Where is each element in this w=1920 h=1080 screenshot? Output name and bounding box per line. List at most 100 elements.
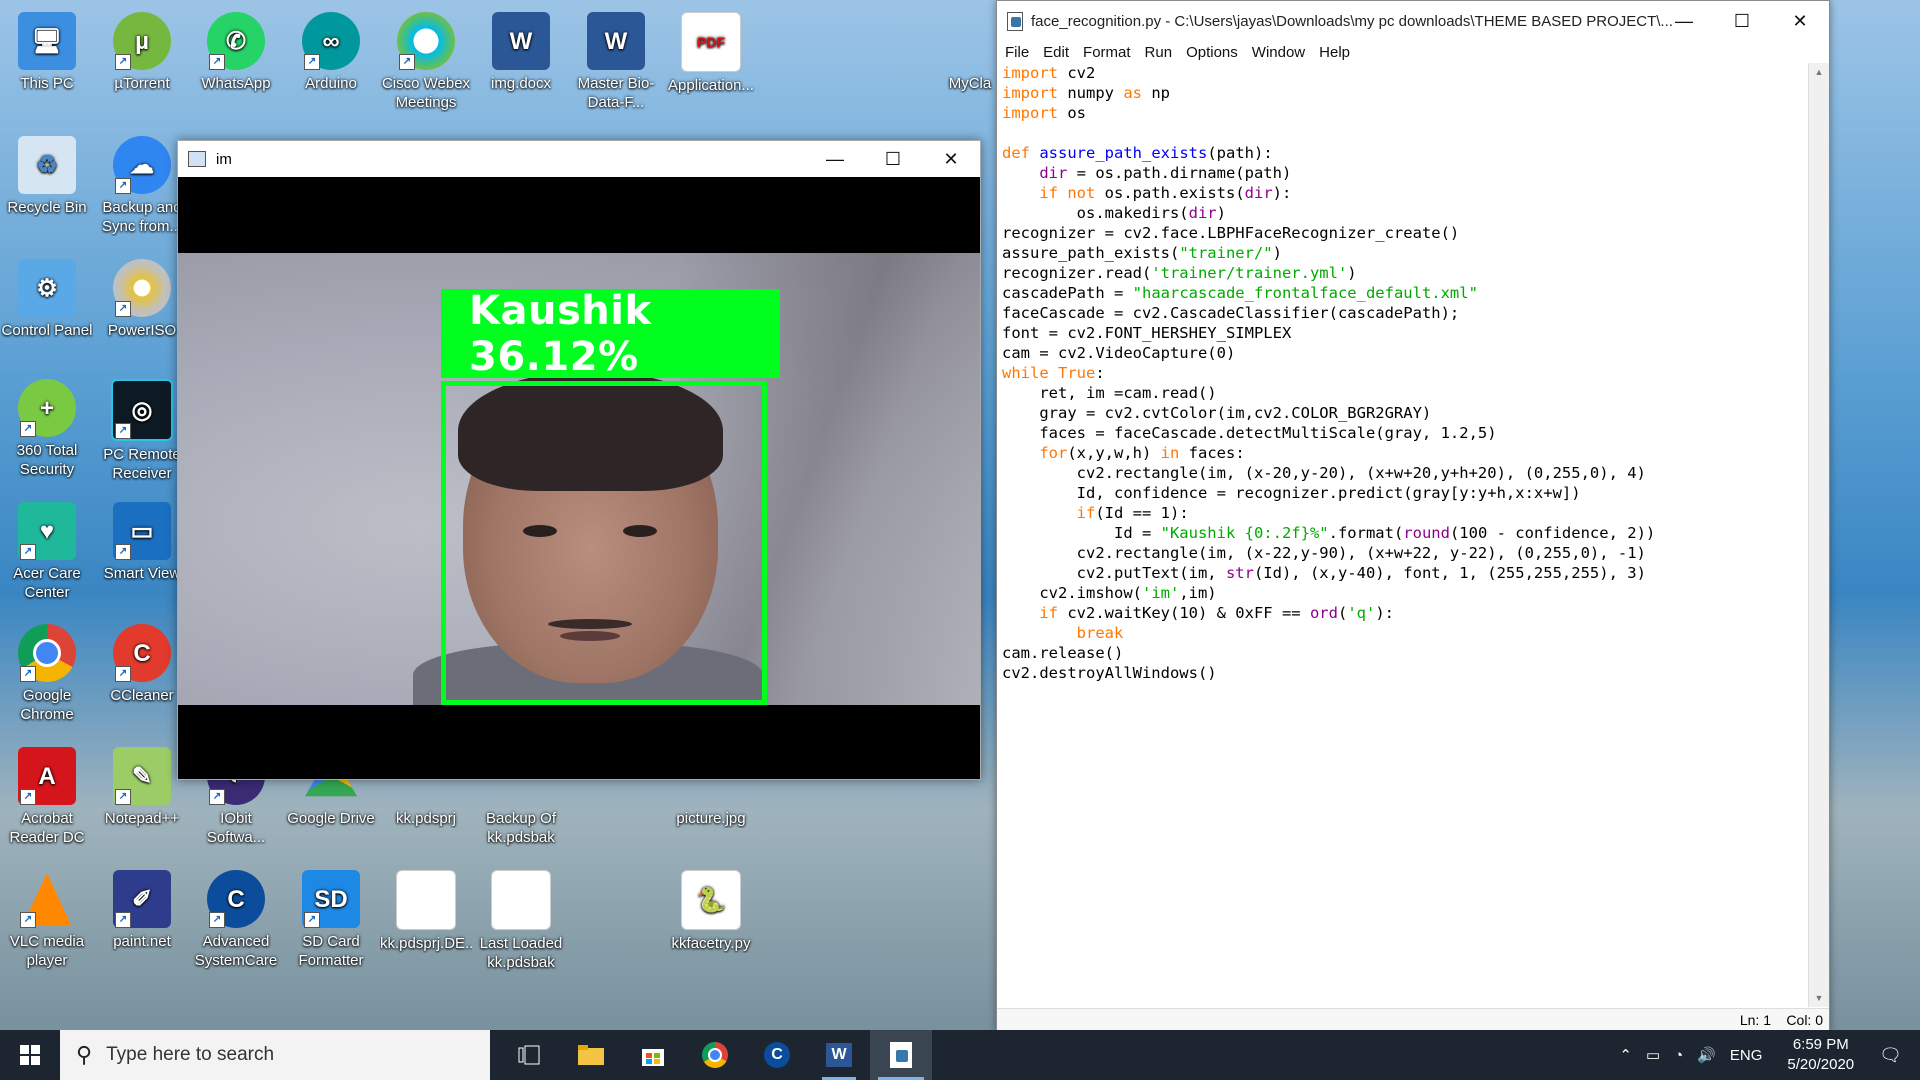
code-line[interactable]: cascadePath = "haarcascade_frontalface_d…: [1002, 283, 1814, 303]
desktop-icon-utorrent[interactable]: µ ↗ µTorrent: [96, 8, 188, 126]
desktop-icon-acrobat-reader[interactable]: A ↗ Acrobat Reader DC: [1, 743, 93, 861]
code-line[interactable]: faces = faceCascade.detectMultiScale(gra…: [1002, 423, 1814, 443]
code-line[interactable]: import numpy as np: [1002, 83, 1814, 103]
desktop-icon-last-loaded-kk-pdsbak[interactable]: Last Loaded kk.pdsbak: [475, 866, 567, 984]
code-line[interactable]: recognizer.read('trainer/trainer.yml'): [1002, 263, 1814, 283]
start-button[interactable]: [0, 1030, 60, 1080]
battery-icon[interactable]: ▭: [1646, 1046, 1660, 1064]
maximize-button[interactable]: ☐: [1713, 1, 1771, 41]
menu-run[interactable]: Run: [1145, 44, 1173, 61]
code-line[interactable]: while True:: [1002, 363, 1814, 383]
taskbar-microsoft-store[interactable]: [622, 1030, 684, 1080]
code-line[interactable]: dir = os.path.dirname(path): [1002, 163, 1814, 183]
desktop-icon-vlc[interactable]: ↗ VLC media player: [1, 866, 93, 984]
taskbar-advanced-systemcare[interactable]: C: [746, 1030, 808, 1080]
desktop-icon-kk-pdsprj-de[interactable]: kk.pdsprj.DE...: [380, 866, 472, 984]
code-line[interactable]: for(x,y,w,h) in faces:: [1002, 443, 1814, 463]
code-line[interactable]: cam.release(): [1002, 643, 1814, 663]
column-number: Col: 0: [1786, 1012, 1823, 1028]
code-line[interactable]: break: [1002, 623, 1814, 643]
desktop-icon-cisco-webex[interactable]: ↗ Cisco Webex Meetings: [380, 8, 472, 126]
taskbar-file-explorer[interactable]: [560, 1030, 622, 1080]
window-title: im: [216, 150, 232, 168]
desktop-icon-acer-care-center[interactable]: ♥ ↗ Acer Care Center: [1, 498, 93, 616]
code-line[interactable]: [1002, 123, 1814, 143]
taskbar-microsoft-word[interactable]: W: [808, 1030, 870, 1080]
scroll-down-arrow-icon[interactable]: ▼: [1809, 989, 1829, 1007]
menu-window[interactable]: Window: [1252, 44, 1305, 61]
desktop-icon-recycle-bin[interactable]: ♻ Recycle Bin: [1, 132, 93, 250]
desktop-icon-google-chrome[interactable]: ↗ Google Chrome: [1, 620, 93, 738]
desktop-icon-this-pc[interactable]: 🖥 This PC: [1, 8, 93, 126]
code-line[interactable]: cv2.rectangle(im, (x-20,y-20), (x+w+20,y…: [1002, 463, 1814, 483]
code-line[interactable]: Id, confidence = recognizer.predict(gray…: [1002, 483, 1814, 503]
code-line[interactable]: gray = cv2.cvtColor(im,cv2.COLOR_BGR2GRA…: [1002, 403, 1814, 423]
volume-icon[interactable]: 🔊: [1697, 1046, 1716, 1064]
desktop-icon-360-total-security[interactable]: + ↗ 360 Total Security: [1, 375, 93, 493]
desktop-icon-kkfacetry-py[interactable]: 🐍 kkfacetry.py: [665, 866, 757, 984]
menu-file[interactable]: File: [1005, 44, 1029, 61]
code-line[interactable]: cv2.putText(im, str(Id), (x,y-40), font,…: [1002, 563, 1814, 583]
desktop-icon-smart-view[interactable]: ▭ ↗ Smart View: [96, 498, 188, 616]
code-line[interactable]: cam = cv2.VideoCapture(0): [1002, 343, 1814, 363]
desktop-icon-notepad-plus-plus[interactable]: ✎ ↗ Notepad++: [96, 743, 188, 861]
desktop-icon-master-biodata[interactable]: W Master Bio-Data-F...: [570, 8, 662, 126]
desktop-icon-pc-remote-receiver[interactable]: ◎ ↗ PC Remote Receiver: [96, 375, 188, 493]
window-titlebar[interactable]: face_recognition.py - C:\Users\jayas\Dow…: [997, 1, 1829, 41]
close-button[interactable]: ✕: [922, 141, 980, 177]
desktop-icon-application-pdf[interactable]: PDF Application...: [665, 8, 757, 126]
code-editor[interactable]: import cv2 import numpy as np import os de…: [997, 63, 1814, 1007]
desktop-icon-img-docx[interactable]: W img.docx: [475, 8, 567, 126]
menu-format[interactable]: Format: [1083, 44, 1131, 61]
search-box[interactable]: ⚲ Type here to search: [60, 1030, 490, 1080]
desktop-icon-ccleaner[interactable]: C ↗ CCleaner: [96, 620, 188, 738]
code-line[interactable]: recognizer = cv2.face.LBPHFaceRecognizer…: [1002, 223, 1814, 243]
code-line[interactable]: Id = "Kaushik {0:.2f}%".format(round(100…: [1002, 523, 1814, 543]
language-indicator[interactable]: ENG: [1730, 1047, 1763, 1064]
desktop-icon-whatsapp[interactable]: ✆ ↗ WhatsApp: [190, 8, 282, 126]
idle-editor-window[interactable]: face_recognition.py - C:\Users\jayas\Dow…: [996, 0, 1830, 1032]
menu-options[interactable]: Options: [1186, 44, 1238, 61]
clock[interactable]: 6:59 PM 5/20/2020: [1787, 1035, 1854, 1075]
code-line[interactable]: if cv2.waitKey(10) & 0xFF == ord('q'):: [1002, 603, 1814, 623]
desktop-icon-paint-net[interactable]: ✐ ↗ paint.net: [96, 866, 188, 984]
minimize-button[interactable]: —: [806, 141, 864, 177]
system-tray: ⌃ ▭ ◔ 🔊 ENG 6:59 PM 5/20/2020 🗨: [1612, 1030, 1920, 1080]
code-line[interactable]: cv2.imshow('im',im): [1002, 583, 1814, 603]
desktop-icon-arduino[interactable]: ∞ ↗ Arduino: [285, 8, 377, 126]
code-line[interactable]: faceCascade = cv2.CascadeClassifier(casc…: [1002, 303, 1814, 323]
opencv-image-window[interactable]: im — ☐ ✕ Kaushik 36.12%: [177, 140, 981, 780]
python-file-icon: [1007, 12, 1023, 31]
desktop-icon-sd-card-formatter[interactable]: SD ↗ SD Card Formatter: [285, 866, 377, 984]
desktop-icon-advanced-systemcare[interactable]: C ↗ Advanced SystemCare: [190, 866, 282, 984]
task-view-button[interactable]: [498, 1030, 560, 1080]
code-line[interactable]: if not os.path.exists(dir):: [1002, 183, 1814, 203]
code-line[interactable]: ret, im =cam.read(): [1002, 383, 1814, 403]
scroll-up-arrow-icon[interactable]: ▲: [1809, 63, 1829, 81]
code-line[interactable]: def assure_path_exists(path):: [1002, 143, 1814, 163]
code-line[interactable]: os.makedirs(dir): [1002, 203, 1814, 223]
vertical-scrollbar[interactable]: ▲ ▼: [1808, 63, 1829, 1007]
menu-help[interactable]: Help: [1319, 44, 1350, 61]
desktop-icon-backup-sync[interactable]: ☁ ↗ Backup and Sync from...: [96, 132, 188, 250]
taskbar-python-idle[interactable]: [870, 1030, 932, 1080]
desktop-icon-control-panel[interactable]: ⚙ Control Panel: [1, 255, 93, 373]
menu-edit[interactable]: Edit: [1043, 44, 1069, 61]
maximize-button[interactable]: ☐: [864, 141, 922, 177]
window-titlebar[interactable]: im — ☐ ✕: [178, 141, 980, 177]
code-line[interactable]: import os: [1002, 103, 1814, 123]
code-line[interactable]: cv2.destroyAllWindows(): [1002, 663, 1814, 683]
code-line[interactable]: assure_path_exists("trainer/"): [1002, 243, 1814, 263]
notifications-icon[interactable]: 🗨: [1879, 1045, 1902, 1066]
show-hidden-icons-chevron-icon[interactable]: ⌃: [1619, 1046, 1632, 1064]
desktop-icon-poweriso[interactable]: ↗ PowerISO: [96, 255, 188, 373]
taskbar-google-chrome[interactable]: [684, 1030, 746, 1080]
minimize-button[interactable]: —: [1655, 1, 1713, 41]
code-line[interactable]: import cv2: [1002, 63, 1814, 83]
wifi-icon[interactable]: ◔: [1674, 1047, 1683, 1064]
code-line[interactable]: if(Id == 1):: [1002, 503, 1814, 523]
code-line[interactable]: font = cv2.FONT_HERSHEY_SIMPLEX: [1002, 323, 1814, 343]
code-line[interactable]: cv2.rectangle(im, (x-22,y-90), (x+w+22, …: [1002, 543, 1814, 563]
close-button[interactable]: ✕: [1771, 1, 1829, 41]
desktop-icon-mycla[interactable]: MyCla: [940, 8, 1000, 126]
